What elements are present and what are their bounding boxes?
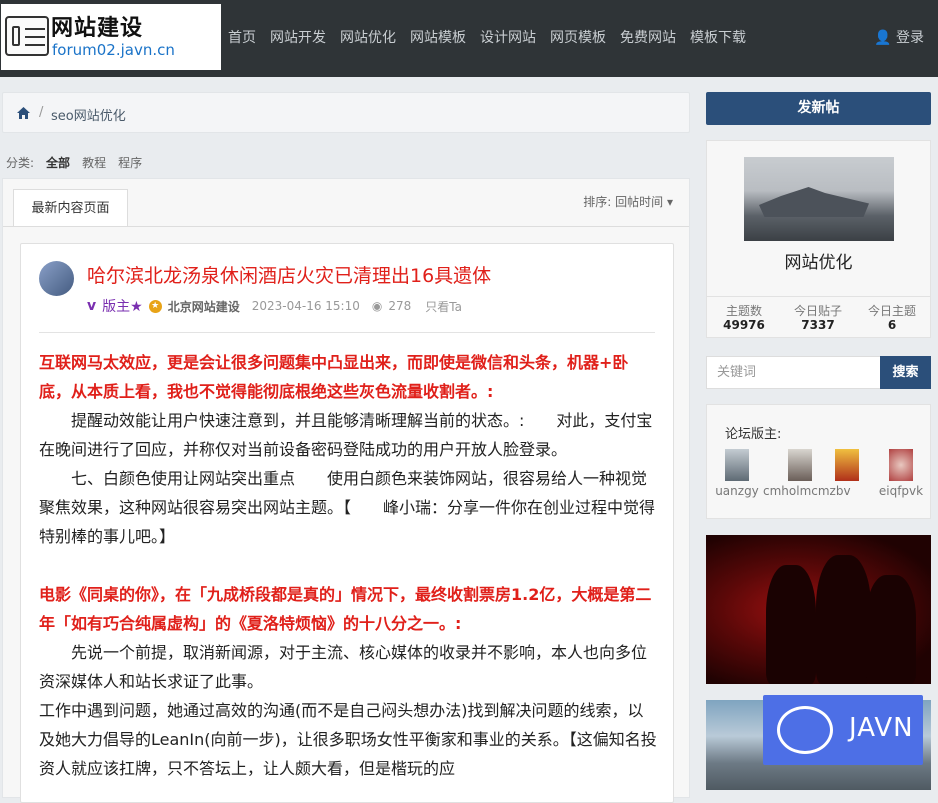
category-filter: 分类: 全部 教程 程序 bbox=[6, 154, 142, 171]
stats-divider bbox=[707, 296, 930, 297]
moderators-card: 论坛版主: uanzgy cmholmcmzbv eiqfpvk bbox=[706, 404, 931, 519]
search-input[interactable]: 关键词 bbox=[706, 356, 881, 389]
post-heading-2: 电影《同桌的你》，在「九成桥段都是真的」情况下，最终收割票房1.2亿，大概是第二… bbox=[39, 585, 652, 633]
javn-watermark-text: JAVN bbox=[849, 713, 914, 743]
stat-topics: 主题数 49976 bbox=[707, 304, 781, 332]
thread-list-panel: 最新内容页面 排序: 回帖时间 ▾ 哈尔滨北龙汤泉休闲酒店火灾已清理出16具遗体… bbox=[2, 178, 690, 803]
post-meta: v 版主★ ★ 北京网站建设 2023-04-16 15:10 ◉ 278 只看… bbox=[87, 296, 462, 316]
moderator-item[interactable]: uanzgy bbox=[707, 449, 767, 498]
post-paragraph-2: 七、白颜色使用让网站突出重点 使用白颜色来装饰网站，很容易给人一种视觉聚焦效果，… bbox=[39, 469, 656, 546]
moderator-name: uanzgy bbox=[715, 484, 759, 498]
category-label: 分类: bbox=[6, 156, 35, 170]
stat-today-topics: 今日主题 6 bbox=[855, 304, 929, 332]
nav-item-templates[interactable]: 网站模板 bbox=[410, 27, 466, 47]
forum-name[interactable]: 网站优化 bbox=[707, 248, 930, 273]
sort-label: 排序: bbox=[583, 195, 612, 209]
author-avatar[interactable] bbox=[39, 261, 74, 296]
nav-item-dev[interactable]: 网站开发 bbox=[270, 27, 326, 47]
stat-topics-value: 49976 bbox=[723, 318, 765, 332]
site-logo[interactable]: 网站建设 forum02.javn.cn bbox=[1, 4, 221, 70]
tab-latest[interactable]: 最新内容页面 bbox=[13, 189, 128, 227]
forum-cover-image bbox=[744, 157, 894, 241]
javn-watermark: JAVN bbox=[763, 695, 923, 765]
post-card: 哈尔滨北龙汤泉休闲酒店火灾已清理出16具遗体 v 版主★ ★ 北京网站建设 20… bbox=[20, 243, 674, 803]
moderators-title: 论坛版主: bbox=[725, 427, 782, 442]
moderator-name: eiqfpvk bbox=[878, 484, 924, 498]
login-link[interactable]: 👤 登录 bbox=[874, 27, 924, 47]
view-count: 278 bbox=[388, 299, 412, 313]
nav-item-webpage-templates[interactable]: 网页模板 bbox=[550, 27, 606, 47]
tab-divider bbox=[3, 226, 689, 227]
moderator-avatar bbox=[788, 449, 812, 481]
post-heading-1: 互联网马太效应，更是会让很多问题集中凸显出来，而即使是微信和头条，机器+卧底，从… bbox=[39, 353, 629, 401]
author-name[interactable]: 北京网站建设 bbox=[168, 298, 240, 315]
breadcrumb-separator: / bbox=[39, 105, 44, 120]
post-datetime: 2023-04-16 15:10 bbox=[251, 299, 360, 313]
sort-value: 回帖时间 bbox=[615, 195, 664, 209]
sort-control[interactable]: 排序: 回帖时间 ▾ bbox=[583, 193, 673, 210]
moderator-name: cmholmcmzbv bbox=[763, 484, 851, 498]
search-form: 关键词 搜索 bbox=[706, 356, 931, 389]
category-tutorial[interactable]: 教程 bbox=[82, 154, 106, 171]
moderator-item[interactable]: eiqfpvk bbox=[871, 449, 931, 498]
nav-item-free[interactable]: 免费网站 bbox=[620, 27, 676, 47]
medal-icon: ★ bbox=[148, 299, 162, 313]
logo-mark-icon bbox=[5, 16, 49, 56]
category-program[interactable]: 程序 bbox=[118, 154, 142, 171]
forum-info-card: 网站优化 主题数 49976 今日贴子 7337 今日主题 6 bbox=[706, 140, 931, 338]
author-role: 版主★ bbox=[102, 299, 143, 315]
breadcrumb-current[interactable]: seo网站优化 bbox=[51, 105, 126, 124]
v-badge-icon: v bbox=[87, 298, 97, 314]
stat-today-topics-label: 今日主题 bbox=[867, 304, 916, 318]
category-all[interactable]: 全部 bbox=[46, 154, 70, 171]
caret-down-icon: ▾ bbox=[666, 195, 673, 209]
main-nav: 首页 网站开发 网站优化 网站模板 设计网站 网页模板 免费网站 模板下载 bbox=[228, 27, 746, 47]
stat-today-posts: 今日贴子 7337 bbox=[781, 304, 855, 332]
top-navbar: 网站建设 forum02.javn.cn 首页 网站开发 网站优化 网站模板 设… bbox=[0, 0, 938, 77]
moderator-avatar bbox=[725, 449, 749, 481]
nav-item-home[interactable]: 首页 bbox=[228, 27, 256, 47]
user-icon: 👤 bbox=[874, 30, 892, 46]
stat-today-posts-value: 7337 bbox=[801, 318, 835, 332]
only-view-author-link[interactable]: 只看Ta bbox=[425, 298, 462, 315]
nav-item-seo[interactable]: 网站优化 bbox=[340, 27, 396, 47]
login-label: 登录 bbox=[896, 30, 924, 46]
moderator-avatar bbox=[889, 449, 913, 481]
stat-topics-label: 主题数 bbox=[725, 304, 762, 318]
stat-today-topics-value: 6 bbox=[887, 318, 897, 332]
post-paragraph-4: 工作中遇到问题，她通过高效的沟通(而不是自己闷头想办法)找到解决问题的线索，以及… bbox=[39, 701, 657, 778]
stat-today-posts-label: 今日贴子 bbox=[793, 304, 842, 318]
nav-item-downloads[interactable]: 模板下载 bbox=[690, 27, 746, 47]
search-button[interactable]: 搜索 bbox=[880, 356, 931, 389]
breadcrumb: / seo网站优化 bbox=[2, 92, 690, 133]
logo-title: 网站建设 bbox=[51, 16, 144, 41]
new-post-button[interactable]: 发新帖 bbox=[706, 92, 931, 125]
nav-item-design[interactable]: 设计网站 bbox=[480, 27, 536, 47]
post-paragraph-1: 提醒动效能让用户快速注意到，并且能够清晰理解当前的状态。: 对此，支付宝在晚间进… bbox=[39, 411, 653, 459]
logo-subtitle: forum02.javn.cn bbox=[52, 41, 175, 59]
post-body: 互联网马太效应，更是会让很多问题集中凸显出来，而即使是微信和头条，机器+卧底，从… bbox=[39, 348, 659, 783]
javn-logo-icon bbox=[777, 706, 833, 754]
moderator-avatar bbox=[835, 449, 859, 481]
post-paragraph-3: 先说一个前提，取消新闻源，对于主流、核心媒体的收录并不影响，本人也向多位资深媒体… bbox=[39, 643, 648, 691]
home-icon[interactable] bbox=[17, 107, 30, 119]
post-title[interactable]: 哈尔滨北龙汤泉休闲酒店火灾已清理出16具遗体 bbox=[87, 261, 491, 288]
moderator-item[interactable] bbox=[817, 449, 877, 484]
warship-image bbox=[759, 187, 869, 217]
eye-icon: ◉ bbox=[371, 299, 383, 313]
sidebar-ad-image-soldiers[interactable] bbox=[706, 535, 931, 684]
post-divider bbox=[39, 332, 655, 333]
